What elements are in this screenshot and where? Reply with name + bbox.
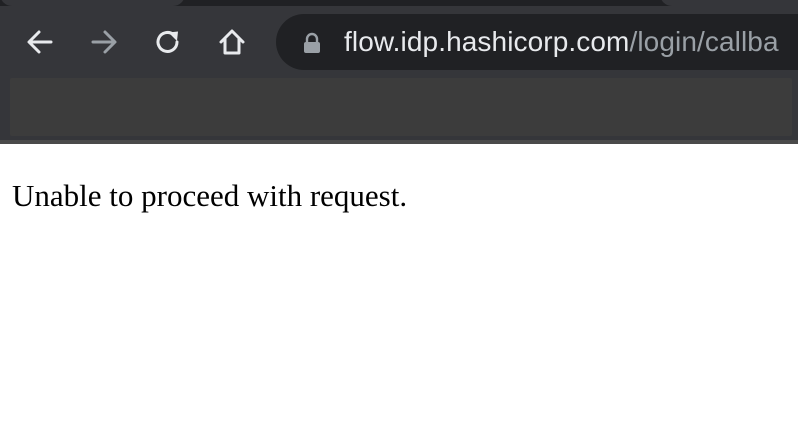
reload-icon xyxy=(156,31,179,53)
address-bar[interactable]: flow.idp.hashicorp.com/login/callba xyxy=(276,14,798,70)
home-button[interactable] xyxy=(212,22,252,62)
bookmarks-bar xyxy=(10,78,792,136)
url-host: flow.idp.hashicorp.com xyxy=(344,26,630,57)
reload-button[interactable] xyxy=(148,22,188,62)
arrow-right-icon xyxy=(91,30,117,54)
page-content: Unable to proceed with request. xyxy=(0,144,798,436)
browser-toolbar: flow.idp.hashicorp.com/login/callba xyxy=(0,6,798,76)
browser-chrome: flow.idp.hashicorp.com/login/callba xyxy=(0,0,798,144)
forward-button[interactable] xyxy=(84,22,124,62)
url-text[interactable]: flow.idp.hashicorp.com/login/callba xyxy=(344,26,779,58)
error-message: Unable to proceed with request. xyxy=(12,178,408,213)
url-path: /login/callba xyxy=(629,26,779,57)
back-button[interactable] xyxy=(20,22,60,62)
lock-icon[interactable] xyxy=(302,32,322,54)
arrow-left-icon xyxy=(27,30,53,54)
home-icon xyxy=(219,29,245,55)
